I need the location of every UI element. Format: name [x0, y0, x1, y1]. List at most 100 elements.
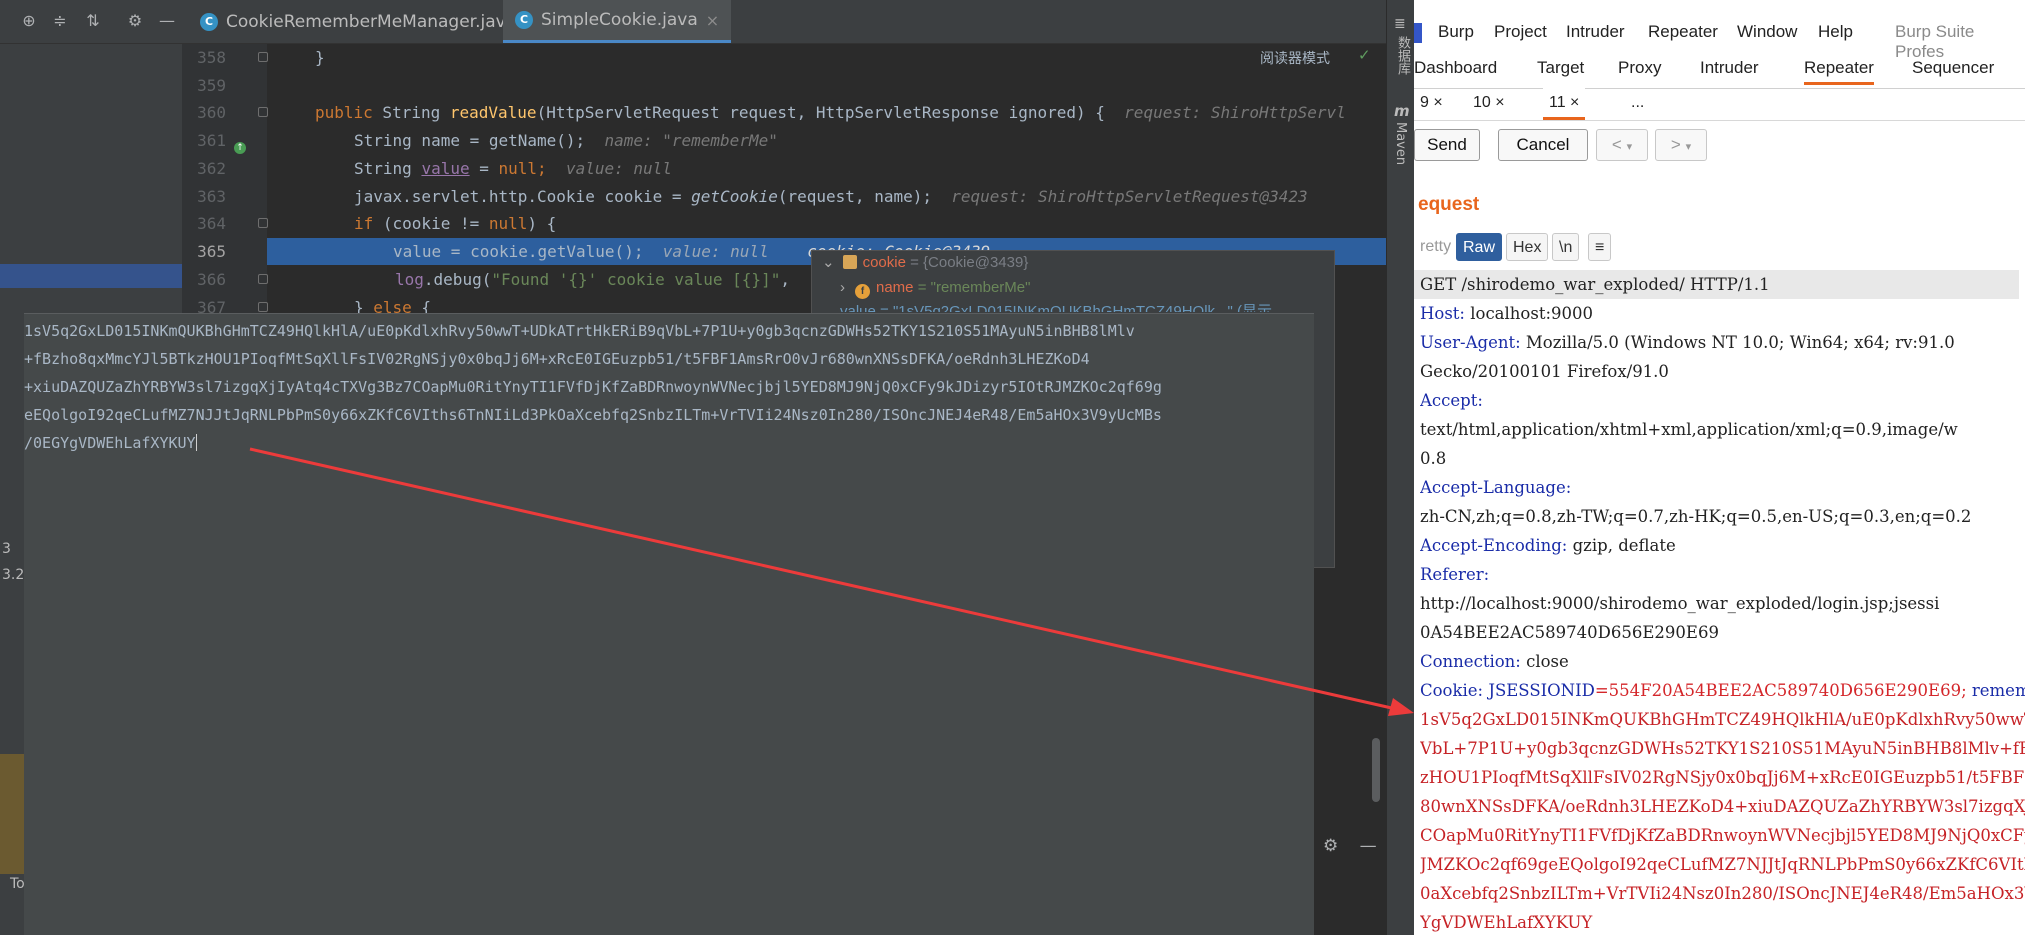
header-row: Accept:	[1420, 391, 1483, 410]
request-editor[interactable]: GET /shirodemo_war_exploded/ HTTP/1.1 Ho…	[1414, 270, 2025, 935]
collapse-all-icon[interactable]: ≑	[49, 10, 71, 32]
panel-tools: ⚙ —	[1323, 836, 1377, 856]
reader-mode-toggle[interactable]: 阅读器模式	[1260, 48, 1330, 68]
header-row: Referer:	[1420, 565, 1490, 584]
cookie-value-line: zHOU1PIoqfMtSqXllFsIV02RgNSjy0x0bqJj6M+x…	[1420, 768, 2025, 787]
header-row: Connection: close	[1420, 652, 1569, 671]
menu-project[interactable]: Project	[1494, 22, 1547, 42]
header-row: User-Agent: Mozilla/5.0 (Windows NT 10.0…	[1420, 333, 1955, 352]
fold-marker-icon[interactable]	[258, 107, 268, 117]
value-line: +xiuDAZQUZaZhYRBYW3sl7izgqXjIyAtq4cTXVg3…	[24, 378, 1162, 396]
code-line: 358}	[197, 48, 325, 67]
debug-var-row[interactable]: ⌄ cookie = {Cookie@3439}	[812, 251, 1332, 275]
back-button[interactable]: < ▾	[1596, 129, 1648, 161]
minimize-icon[interactable]: —	[1360, 836, 1377, 856]
tab-proxy[interactable]: Proxy	[1618, 58, 1661, 78]
fold-marker-icon[interactable]	[258, 302, 268, 312]
maven-icon[interactable]: m	[1394, 102, 1410, 120]
value-line: eEQolgoI92qeCLufMZ7NJJtJqRNLPbPmS0y66xZK…	[24, 406, 1162, 424]
settings-gear-icon[interactable]: ⚙	[124, 10, 146, 32]
selected-row	[0, 264, 182, 288]
menu-window[interactable]: Window	[1737, 22, 1797, 42]
hide-panel-icon[interactable]: —	[156, 10, 178, 32]
header-row: Accept-Language:	[1420, 478, 1572, 497]
menu-icon[interactable]: ≡	[1588, 233, 1612, 261]
field-icon: f	[855, 284, 870, 299]
chevron-down-icon: ⌄	[822, 254, 835, 271]
cookie-value-line: 1sV5q2GxLD015INKmQUKBhGHmTCZ49HQlkHlA/uE…	[1420, 710, 2025, 729]
check-icon: ✓	[1358, 46, 1371, 64]
code-line: 362 String value = null; value: null	[197, 159, 672, 178]
menu-repeater[interactable]: Repeater	[1648, 22, 1718, 42]
code-line: 364 if (cookie != null) {	[197, 214, 557, 233]
repeater-tab-more[interactable]: ...	[1625, 88, 1650, 120]
expand-icon[interactable]: ⇅	[82, 10, 104, 32]
menu-help[interactable]: Help	[1818, 22, 1853, 42]
ide-right-tool-strip: ≣ 数据库 m Maven	[1386, 0, 1414, 935]
chevron-right-icon: ›	[840, 279, 845, 296]
cookie-value-line: JMZKOc2qf69geEQolgoI92qeCLufMZ7NJJtJqRNL…	[1420, 855, 2025, 874]
value-line: +fBzho8qxMmcYJl5BTkzHOU1PIoqfMtSqXllFsIV…	[24, 350, 1090, 368]
cookie-value-line: 80wnXNSsDFKA/oeRdnh3LHEZKoD4+xiuDAZQUZaZ…	[1420, 797, 2025, 816]
repeater-tabs: 9 × 10 × 11 × ...	[1414, 88, 2025, 121]
cookie-value-line: COapMu0RitYnyTI1FVfDjKfZaBDRnwoynWVNecjb…	[1420, 826, 2025, 845]
tab-intruder[interactable]: Intruder	[1700, 58, 1759, 78]
newline-toggle-button[interactable]: \n	[1552, 233, 1580, 261]
menu-burp[interactable]: Burp	[1438, 22, 1474, 42]
cookie-value-line: YgVDWEhLafXYKUY	[1420, 913, 1593, 932]
target-icon[interactable]: ⊕	[18, 10, 40, 32]
code-line: 361 String name = getName(); name: "remem…	[197, 131, 778, 150]
repeater-tab[interactable]: 9 ×	[1414, 88, 1449, 120]
forward-button[interactable]: > ▾	[1655, 129, 1707, 161]
fold-marker-icon[interactable]	[258, 218, 268, 228]
header-row: Gecko/20100101 Firefox/91.0	[1420, 362, 1669, 381]
maven-tool-label[interactable]: Maven	[1393, 122, 1408, 165]
menu-bar: Burp Project Intruder Repeater Window He…	[1414, 16, 2025, 61]
tab-dashboard[interactable]: Dashboard	[1414, 58, 1497, 78]
burp-suite-window: Burp Project Intruder Repeater Window He…	[1414, 0, 2025, 935]
cookie-value-line: 0aXcebfq2SnbzILTm+VrTVIi24Nsz0In280/ISOn…	[1420, 884, 2025, 903]
raw-view-button[interactable]: Raw	[1456, 233, 1503, 261]
repeater-tab[interactable]: 10 ×	[1467, 88, 1511, 120]
tab-repeater[interactable]: Repeater	[1804, 58, 1874, 85]
side-number: 3.2	[2, 567, 25, 583]
header-row: 0.8	[1420, 449, 1447, 468]
header-row: Host: localhost:9000	[1420, 304, 1594, 323]
close-icon[interactable]: ×	[706, 11, 719, 30]
debug-var-row[interactable]: › f name = "rememberMe"	[840, 276, 1360, 300]
header-row: zh-CN,zh;q=0.8,zh-TW;q=0.7,zh-HK;q=0.5,e…	[1420, 507, 1972, 526]
database-tool-label[interactable]: 数据库	[1393, 36, 1412, 75]
value-line: 1sV5q2GxLD015INKmQUKBhGHmTCZ49HQlkHlA/uE…	[24, 322, 1135, 340]
database-icon[interactable]: ≣	[1394, 16, 1406, 32]
tab-cookie-remember-me-manager[interactable]: C CookieRememberMeManager.java ×	[188, 0, 550, 43]
ide-window: ⊕ ≑ ⇅ ⚙ — C CookieRememberMeManager.java…	[0, 0, 1386, 935]
fold-marker-icon[interactable]	[258, 52, 268, 62]
menu-intruder[interactable]: Intruder	[1566, 22, 1625, 42]
tab-sequencer[interactable]: Sequencer	[1912, 58, 1994, 78]
hex-view-button[interactable]: Hex	[1506, 233, 1549, 261]
cookie-value-line: VbL+7P1U+y0gb3qcnzGDWHs52TKY1S210S51MAyu…	[1420, 739, 2025, 758]
main-tabs: Dashboard Target Proxy Intruder Repeater…	[1414, 52, 2025, 89]
tool-window-label[interactable]: To	[10, 876, 25, 892]
fold-marker-icon[interactable]	[258, 274, 268, 284]
java-class-icon: C	[200, 12, 218, 31]
tab-simple-cookie[interactable]: C SimpleCookie.java ×	[503, 0, 732, 43]
code-line: 360 public String readValue(HttpServletRe…	[197, 103, 1346, 122]
repeater-tab-active[interactable]: 11 ×	[1543, 88, 1586, 120]
tab-target[interactable]: Target	[1537, 58, 1584, 78]
pretty-view-button[interactable]: retty	[1414, 233, 1457, 261]
debug-var-row[interactable]: value = "1sV5q2GxLD015INKmQUKBhGHmTCZ49H…	[840, 300, 1360, 312]
send-button[interactable]: Send	[1414, 129, 1480, 161]
object-icon	[842, 255, 857, 269]
scrollbar-thumb[interactable]	[1372, 738, 1380, 802]
value-viewer-popup[interactable]: 1sV5q2GxLD015INKmQUKBhGHmTCZ49HQlkHlA/uE…	[24, 313, 1314, 935]
gear-icon[interactable]: ⚙	[1323, 836, 1338, 856]
request-title: equest	[1418, 194, 1480, 215]
cookie-header-row: Cookie: JSESSIONID=554F20A54BEE2AC589740…	[1420, 681, 2025, 700]
code-line: 359	[197, 76, 226, 95]
text-caret	[195, 434, 197, 451]
cancel-button[interactable]: Cancel	[1498, 129, 1588, 161]
editor-tab-bar: ⊕ ≑ ⇅ ⚙ — C CookieRememberMeManager.java…	[0, 0, 1386, 44]
request-line: GET /shirodemo_war_exploded/ HTTP/1.1	[1414, 270, 2019, 299]
panel-highlight	[0, 754, 24, 874]
